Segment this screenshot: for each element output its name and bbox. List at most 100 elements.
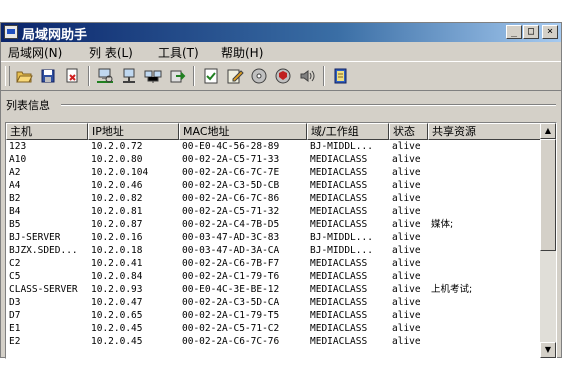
menu-lan[interactable]: 局域网(N) bbox=[8, 44, 62, 61]
cell-ip: 10.2.0.72 bbox=[91, 141, 143, 152]
cell-status: alive bbox=[392, 323, 421, 334]
table-row[interactable]: B5 10.2.0.87 00-02-2A-C4-7B-D5 MEDIACLASS al… bbox=[6, 218, 541, 231]
cell-status: alive bbox=[392, 232, 421, 243]
minimize-button[interactable]: _ bbox=[506, 25, 522, 39]
cell-status: alive bbox=[392, 219, 421, 230]
cell-share: 媒体; bbox=[431, 219, 454, 230]
close-file-icon[interactable] bbox=[63, 67, 81, 85]
column-header-host[interactable]: 主机 bbox=[6, 123, 88, 140]
table-row[interactable]: E2 10.2.0.45 00-02-2A-C6-7C-76 MEDIACLASS al… bbox=[6, 335, 541, 348]
column-header-group[interactable]: 域/工作组 bbox=[307, 123, 389, 140]
help-book-icon[interactable] bbox=[332, 67, 350, 85]
cell-host: B4 bbox=[9, 206, 21, 217]
cell-mac: 00-02-2A-C1-79-T6 bbox=[182, 271, 280, 282]
check-icon[interactable] bbox=[202, 67, 220, 85]
cell-ip: 10.2.0.82 bbox=[91, 193, 143, 204]
cell-host: E1 bbox=[9, 323, 21, 334]
speaker-icon[interactable] bbox=[298, 67, 316, 85]
column-header-ip[interactable]: IP地址 bbox=[88, 123, 179, 140]
disk-icon[interactable] bbox=[250, 67, 268, 85]
cell-ip: 10.2.0.104 bbox=[91, 167, 149, 178]
toolbar-grip[interactable] bbox=[5, 66, 10, 86]
cell-mac: 00-02-2A-C6-7B-F7 bbox=[182, 258, 280, 269]
toolbar-separator bbox=[88, 66, 90, 86]
cell-ip: 10.2.0.41 bbox=[91, 258, 143, 269]
cell-status: alive bbox=[392, 310, 421, 321]
network-group-icon[interactable] bbox=[144, 67, 162, 85]
cell-mac: 00-02-2A-C6-7C-86 bbox=[182, 193, 280, 204]
cell-group: MEDIACLASS bbox=[310, 297, 368, 308]
cell-host: D7 bbox=[9, 310, 21, 321]
table-row[interactable]: A4 10.2.0.46 00-02-2A-C3-5D-CB MEDIACLASS al… bbox=[6, 179, 541, 192]
scroll-down-button[interactable]: ▼ bbox=[540, 342, 556, 358]
cell-status: alive bbox=[392, 154, 421, 165]
cell-host: BJZX.SDED... bbox=[9, 245, 78, 256]
open-folder-icon[interactable] bbox=[15, 67, 33, 85]
save-icon[interactable] bbox=[39, 67, 57, 85]
scroll-up-button[interactable]: ▲ bbox=[540, 123, 556, 139]
cell-status: alive bbox=[392, 141, 421, 152]
toolbar-separator bbox=[193, 66, 195, 86]
table-row[interactable]: C2 10.2.0.41 00-02-2A-C6-7B-F7 MEDIACLASS al… bbox=[6, 257, 541, 270]
cell-host: CLASS-SERVER bbox=[9, 284, 78, 295]
cell-status: alive bbox=[392, 284, 421, 295]
scan-network-icon[interactable] bbox=[96, 67, 114, 85]
cell-mac: 00-02-2A-C3-5D-CA bbox=[182, 297, 280, 308]
cell-mac: 00-02-2A-C5-71-C2 bbox=[182, 323, 280, 334]
cell-group: MEDIACLASS bbox=[310, 271, 368, 282]
cell-status: alive bbox=[392, 258, 421, 269]
cell-mac: 00-02-2A-C3-5D-CB bbox=[182, 180, 280, 191]
cell-group: MEDIACLASS bbox=[310, 336, 368, 347]
cell-ip: 10.2.0.80 bbox=[91, 154, 143, 165]
edit-icon[interactable] bbox=[226, 67, 244, 85]
table-row[interactable]: A10 10.2.0.80 00-02-2A-C5-71-33 MEDIACLASS a… bbox=[6, 153, 541, 166]
table-row[interactable]: D3 10.2.0.47 00-02-2A-C3-5D-CA MEDIACLASS al… bbox=[6, 296, 541, 309]
table-row[interactable]: BJZX.SDED... 10.2.0.18 00-03-47-AD-3A-CA BJ… bbox=[6, 244, 541, 257]
app-icon[interactable] bbox=[4, 25, 18, 39]
table-row[interactable]: A2 10.2.0.104 00-02-2A-C6-7C-7E MEDIACLASS a… bbox=[6, 166, 541, 179]
menu-list[interactable]: 列 表(L) bbox=[89, 44, 133, 61]
column-header-mac[interactable]: MAC地址 bbox=[179, 123, 307, 140]
menu-help[interactable]: 帮助(H) bbox=[221, 44, 263, 61]
shield-disk-icon[interactable] bbox=[274, 67, 292, 85]
cell-host: 123 bbox=[9, 141, 27, 152]
cell-group: MEDIACLASS bbox=[310, 193, 368, 204]
cell-mac: 00-E0-4C-3E-BE-12 bbox=[182, 284, 280, 295]
cell-group: MEDIACLASS bbox=[310, 284, 368, 295]
scroll-thumb[interactable] bbox=[540, 139, 556, 251]
toolbar-separator bbox=[323, 66, 325, 86]
column-header-status[interactable]: 状态 bbox=[389, 123, 428, 140]
close-button[interactable]: × bbox=[542, 25, 558, 39]
computer-network-icon[interactable] bbox=[120, 67, 138, 85]
cell-host: C2 bbox=[9, 258, 21, 269]
cell-ip: 10.2.0.16 bbox=[91, 232, 143, 243]
group-box-label: 列表信息 bbox=[6, 99, 50, 112]
table-row[interactable]: E1 10.2.0.45 00-02-2A-C5-71-C2 MEDIACLASS al… bbox=[6, 322, 541, 335]
maximize-button[interactable]: □ bbox=[523, 25, 539, 39]
group-divider bbox=[61, 104, 556, 106]
table-row[interactable]: B4 10.2.0.81 00-02-2A-C5-71-32 MEDIACLASS al… bbox=[6, 205, 541, 218]
table-row[interactable]: 123 10.2.0.72 00-E0-4C-56-28-89 BJ-MIDDL...… bbox=[6, 140, 541, 153]
cell-host: BJ-SERVER bbox=[9, 232, 61, 243]
title-bar[interactable]: 局域网助手 _ □ × bbox=[1, 23, 561, 43]
cell-status: alive bbox=[392, 180, 421, 191]
table-row[interactable]: CLASS-SERVER 10.2.0.93 00-E0-4C-3E-BE-12 ME… bbox=[6, 283, 541, 296]
cell-mac: 00-02-2A-C5-71-33 bbox=[182, 154, 280, 165]
cell-mac: 00-02-2A-C4-7B-D5 bbox=[182, 219, 280, 230]
table-row[interactable]: C5 10.2.0.84 00-02-2A-C1-79-T6 MEDIACLASS al… bbox=[6, 270, 541, 283]
cell-mac: 00-02-2A-C5-71-32 bbox=[182, 206, 280, 217]
cell-status: alive bbox=[392, 206, 421, 217]
table-row[interactable]: BJ-SERVER 10.2.0.16 00-03-47-AD-3C-83 BJ-MI… bbox=[6, 231, 541, 244]
cell-mac: 00-03-47-AD-3A-CA bbox=[182, 245, 280, 256]
vertical-scrollbar[interactable]: ▲ ▼ bbox=[540, 123, 556, 358]
table-row[interactable]: D7 10.2.0.65 00-02-2A-C1-79-T5 MEDIACLASS al… bbox=[6, 309, 541, 322]
cell-ip: 10.2.0.45 bbox=[91, 336, 143, 347]
cell-ip: 10.2.0.46 bbox=[91, 180, 143, 191]
export-icon[interactable] bbox=[168, 67, 186, 85]
window-title: 局域网助手 bbox=[22, 28, 88, 43]
host-list-view[interactable]: 主机 IP地址 MAC地址 域/工作组 状态 共享资源 123 10.2.0.72… bbox=[5, 122, 557, 359]
column-header-share[interactable]: 共享资源 bbox=[428, 123, 541, 140]
menu-tools[interactable]: 工具(T) bbox=[158, 44, 199, 61]
table-row[interactable]: B2 10.2.0.82 00-02-2A-C6-7C-86 MEDIACLASS al… bbox=[6, 192, 541, 205]
list-rows: 123 10.2.0.72 00-E0-4C-56-28-89 BJ-MIDDL...… bbox=[6, 140, 541, 348]
